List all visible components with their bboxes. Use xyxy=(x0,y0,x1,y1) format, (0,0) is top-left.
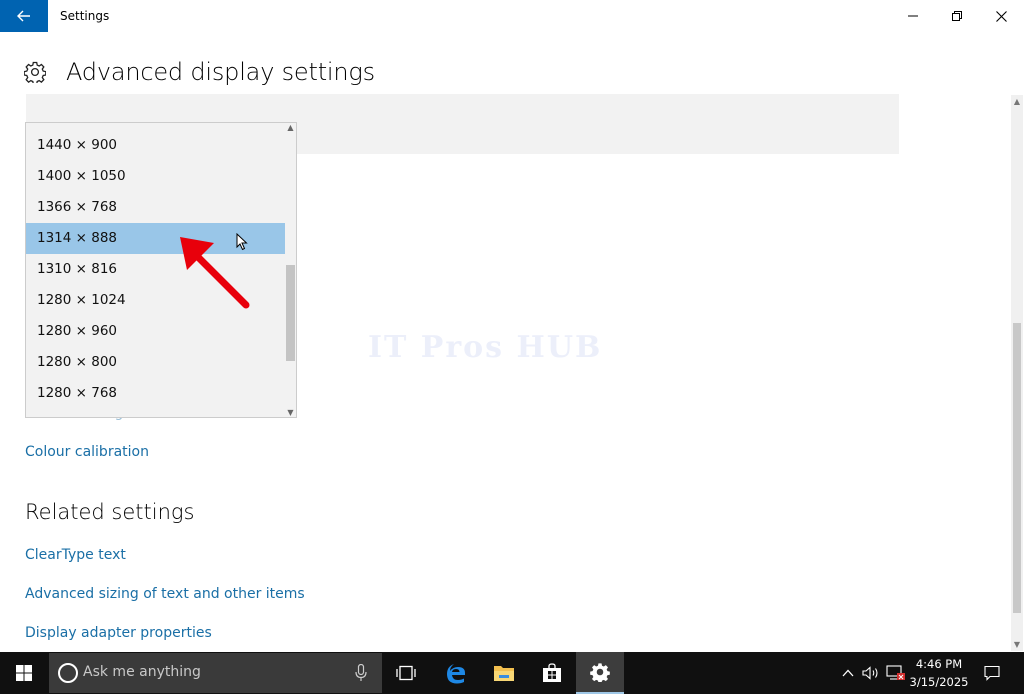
resolution-option[interactable]: 1280 × 800 xyxy=(26,347,285,378)
title-bar: Settings xyxy=(0,0,1024,33)
resolution-option[interactable]: 1280 × 960 xyxy=(26,316,285,347)
colour-calibration-link[interactable]: Colour calibration xyxy=(25,444,149,460)
page-scrollbar-thumb[interactable] xyxy=(1013,323,1021,613)
store-icon xyxy=(543,663,561,682)
minimize-button[interactable] xyxy=(890,0,935,32)
mouse-cursor-icon xyxy=(236,233,248,251)
page-header: Advanced display settings xyxy=(24,56,375,88)
store-button[interactable] xyxy=(528,652,576,694)
notification-icon xyxy=(984,665,1000,681)
task-view-button[interactable] xyxy=(382,652,430,694)
minimize-icon xyxy=(907,15,918,17)
display-adapter-properties-link[interactable]: Display adapter properties xyxy=(25,625,212,641)
clock-time: 4:46 PM xyxy=(915,657,963,671)
settings-icon xyxy=(590,663,610,682)
resolution-option[interactable]: 1280 × 768 xyxy=(26,378,285,409)
resolution-option[interactable]: 1400 × 1050 xyxy=(26,161,285,192)
task-view-icon xyxy=(396,665,416,681)
volume-button[interactable] xyxy=(860,652,882,694)
start-button[interactable] xyxy=(0,652,48,694)
scroll-down-icon[interactable]: ▼ xyxy=(1013,640,1021,649)
dropdown-scroll-up-icon[interactable]: ▲ xyxy=(284,123,296,132)
resolution-option[interactable]: 1366 × 768 xyxy=(26,192,285,223)
search-box[interactable]: Ask me anything xyxy=(49,653,382,693)
restore-button[interactable] xyxy=(934,0,979,32)
back-button[interactable] xyxy=(0,0,48,32)
advanced-sizing-link[interactable]: Advanced sizing of text and other items xyxy=(25,586,305,602)
scroll-up-icon[interactable]: ▲ xyxy=(1013,97,1021,106)
volume-icon xyxy=(862,666,878,680)
restore-icon xyxy=(951,11,962,21)
page-title: Advanced display settings xyxy=(66,58,375,86)
file-explorer-icon xyxy=(494,666,514,681)
file-explorer-button[interactable] xyxy=(480,652,528,694)
search-placeholder: Ask me anything xyxy=(83,664,201,680)
related-settings-heading: Related settings xyxy=(25,500,195,524)
edge-button[interactable] xyxy=(432,652,480,694)
cortana-icon[interactable] xyxy=(58,663,78,683)
chevron-up-icon xyxy=(842,669,854,677)
clock-date: 3/15/2025 xyxy=(909,675,969,689)
network-button[interactable] xyxy=(884,652,908,694)
network-icon xyxy=(886,665,905,680)
page-scrollbar[interactable]: ▲ ▼ xyxy=(1011,95,1023,651)
close-icon xyxy=(996,10,1007,22)
back-arrow-icon xyxy=(17,10,30,22)
dropdown-scrollbar-thumb[interactable] xyxy=(286,265,295,361)
close-button[interactable] xyxy=(979,0,1024,32)
dropdown-scrollbar[interactable]: ▲ ▼ xyxy=(284,123,296,417)
window-title: Settings xyxy=(60,9,110,23)
cleartype-text-link[interactable]: ClearType text xyxy=(25,547,126,563)
show-hidden-icons-button[interactable] xyxy=(838,652,858,694)
resolution-dropdown-list[interactable]: 1440 × 900 1400 × 1050 1366 × 768 1314 ×… xyxy=(25,122,297,418)
edge-icon xyxy=(447,664,465,684)
taskbar: Ask me anything 4:46 PM 3/15/2025 xyxy=(0,652,1024,694)
dropdown-scroll-down-icon[interactable]: ▼ xyxy=(284,408,296,417)
microphone-icon[interactable] xyxy=(355,664,367,682)
taskbar-clock[interactable]: 4:46 PM 3/15/2025 xyxy=(906,655,972,691)
resolution-option[interactable]: 1440 × 900 xyxy=(26,130,285,161)
watermark: IT Pros HUB xyxy=(368,330,603,365)
windows-start-icon xyxy=(16,665,32,681)
gear-icon xyxy=(24,61,46,83)
settings-taskbar-button[interactable] xyxy=(576,652,624,694)
action-center-button[interactable] xyxy=(978,652,1006,694)
